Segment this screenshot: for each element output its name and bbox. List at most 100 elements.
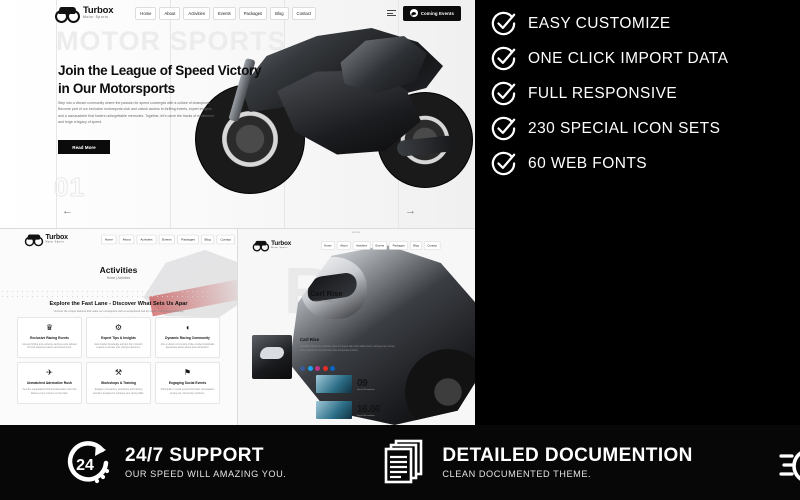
card-title: Unmatched Adrenaline Rush bbox=[27, 381, 72, 386]
support-item: DETAILED DOCUMENTION CLEAN DOCUMENTED TH… bbox=[379, 437, 692, 489]
hero-paragraph: Step into a vibrant community where the … bbox=[58, 101, 215, 125]
nav-item-blog[interactable]: Blog bbox=[201, 234, 215, 244]
check-circle-icon bbox=[491, 116, 516, 141]
nav-item-contact[interactable]: Contact bbox=[291, 6, 316, 20]
card-desc: Participate in social events that foster… bbox=[160, 387, 215, 395]
card-title: Dynamic Racing Community bbox=[165, 336, 210, 340]
hamburger-icon[interactable] bbox=[386, 10, 396, 16]
motorcycle-logo-icon bbox=[24, 234, 44, 247]
check-circle-icon bbox=[491, 11, 516, 36]
promo-banner: Turbox Motor Sports Home About Activitie… bbox=[0, 0, 800, 500]
support-title: 24/7 SUPPORT bbox=[125, 445, 264, 467]
hero-heading: Join the League of Speed Victory in Our … bbox=[58, 63, 262, 96]
site-logo[interactable]: Turbox Motor Sports bbox=[24, 234, 68, 247]
nav-item-activities[interactable]: Activities bbox=[353, 240, 371, 250]
event-thumbnail bbox=[316, 401, 352, 419]
nav-item-home[interactable]: Home bbox=[135, 6, 157, 20]
brand-tagline: Motor Sports bbox=[271, 246, 288, 250]
nav-item-events[interactable]: Events bbox=[372, 240, 388, 250]
support-item: FAST SUPPORT WE ARE WORKING NIGHT DAY. bbox=[778, 437, 800, 489]
instagram-icon[interactable] bbox=[315, 366, 320, 371]
event-item[interactable]: 16.06 Speed Showdown bbox=[316, 401, 380, 419]
nav-item-blog[interactable]: Blog bbox=[270, 6, 289, 20]
arrow-left-icon[interactable]: ← bbox=[62, 206, 73, 217]
motorcycle-logo-icon bbox=[54, 6, 80, 24]
feature-card[interactable]: ✈ Unmatched Adrenaline Rush Feel the unp… bbox=[17, 362, 82, 404]
card-title: Workshops & Training bbox=[101, 381, 136, 386]
feature-label: ONE CLICK IMPORT DATA bbox=[528, 49, 729, 67]
card-desc: Access thrilling and exclusive racing ev… bbox=[22, 342, 77, 350]
linkedin-icon[interactable] bbox=[330, 366, 335, 371]
coming-events-button[interactable]: Coming Events bbox=[402, 5, 461, 21]
check-circle-icon bbox=[491, 81, 516, 106]
activities-navbar: Turbox Motor Sports Home About Activitie… bbox=[0, 229, 237, 249]
rider-navbar: Turbox Motor Sports Home About Activitie… bbox=[238, 236, 475, 254]
check-circle-icon bbox=[491, 46, 516, 71]
social-links bbox=[300, 366, 335, 371]
nav-item-events[interactable]: Events bbox=[158, 234, 176, 244]
slide-number: 01 bbox=[54, 172, 85, 203]
feature-label: 230 SPECIAL ICON SETS bbox=[528, 119, 721, 137]
nav-item-events[interactable]: Events bbox=[212, 6, 236, 20]
arrow-right-icon[interactable]: → bbox=[405, 206, 416, 217]
svg-text:24: 24 bbox=[76, 457, 94, 474]
nav-item-home[interactable]: Home bbox=[321, 240, 336, 250]
nav-item-about[interactable]: About bbox=[159, 6, 181, 20]
feature-list: EASY CUSTOMIZE ONE CLICK IMPORT DATA FUL… bbox=[491, 6, 728, 181]
card-desc: Feel the unparalleled thrill and adrenal… bbox=[22, 387, 77, 395]
read-more-button[interactable]: Read More bbox=[58, 140, 110, 154]
motorcycle-icon: ✈ bbox=[46, 368, 53, 378]
feature-item: 230 SPECIAL ICON SETS bbox=[491, 111, 728, 146]
feature-card[interactable]: ⚑ Engaging Social Events Participate in … bbox=[155, 362, 220, 404]
nav-item-contact[interactable]: Contact bbox=[216, 234, 236, 244]
feature-item: 60 WEB FONTS bbox=[491, 146, 728, 181]
nav-item-activities[interactable]: Activities bbox=[183, 6, 210, 20]
feature-card-grid: ♛ Exclusive Racing Events Access thrilli… bbox=[17, 317, 220, 404]
feature-column: EASY CUSTOMIZE ONE CLICK IMPORT DATA FUL… bbox=[475, 0, 800, 425]
event-item[interactable]: 09 Speed Showdown bbox=[316, 375, 375, 393]
feature-card[interactable]: ♛ Exclusive Racing Events Access thrilli… bbox=[17, 317, 82, 359]
documents-icon bbox=[379, 437, 431, 489]
support-bar: 24 24/7 SUPPORT OUR SPEED WILL AMAZING Y… bbox=[0, 425, 800, 500]
nav-item-about[interactable]: About bbox=[119, 234, 135, 244]
nav-item-packages[interactable]: Packages bbox=[177, 234, 199, 244]
nav-item-activities[interactable]: Activities bbox=[136, 234, 157, 244]
event-meta: Speed Showdown bbox=[357, 414, 375, 417]
card-title: Exclusive Racing Events bbox=[30, 336, 69, 340]
facebook-icon[interactable] bbox=[300, 366, 305, 371]
event-number: 16.06 bbox=[357, 403, 381, 415]
feature-label: FULL RESPONSIVE bbox=[528, 84, 678, 102]
nav-item-packages[interactable]: Packages bbox=[238, 6, 268, 20]
support-item: 24 24/7 SUPPORT OUR SPEED WILL AMAZING Y… bbox=[62, 437, 286, 489]
feature-item: FULL RESPONSIVE bbox=[491, 76, 728, 111]
site-logo[interactable]: Turbox Motor Sports bbox=[252, 241, 291, 252]
rider-name: Carl Rise bbox=[300, 337, 320, 342]
coming-events-label: Coming Events bbox=[420, 10, 454, 16]
nav-item-home[interactable]: Home bbox=[101, 234, 117, 244]
youtube-icon[interactable] bbox=[322, 366, 328, 371]
page-title: Activities bbox=[99, 265, 138, 275]
brand-tagline: Motor Sports bbox=[83, 15, 109, 20]
feature-item: EASY CUSTOMIZE bbox=[491, 6, 728, 41]
twitter-icon[interactable] bbox=[307, 366, 313, 371]
page-title: Carl Rise bbox=[310, 289, 343, 298]
site-logo[interactable]: Turbox Motor Sports bbox=[54, 6, 113, 24]
stopwatch-icon bbox=[778, 437, 800, 489]
feature-card[interactable]: ⚒ Workshops & Training Engage in interac… bbox=[86, 362, 151, 404]
hero-preview-panel: Turbox Motor Sports Home About Activitie… bbox=[0, 0, 475, 228]
site-navbar: Turbox Motor Sports Home About Activitie… bbox=[0, 0, 475, 26]
community-icon: ◖ bbox=[185, 323, 190, 332]
support-subtitle: CLEAN DOCUMENTED THEME. bbox=[442, 468, 592, 479]
feature-card[interactable]: ◖ Dynamic Racing Community Join a vibran… bbox=[155, 317, 220, 359]
nav-item-packages[interactable]: Packages bbox=[389, 240, 409, 250]
rider-avatar bbox=[252, 335, 292, 379]
nav-item-blog[interactable]: Blog bbox=[410, 240, 423, 250]
card-title: Engaging Social Events bbox=[168, 381, 207, 386]
nav-item-about[interactable]: About bbox=[337, 240, 352, 250]
feature-card[interactable]: ⚙ Expert Tips & Insights Gain insider kn… bbox=[86, 317, 151, 359]
hero-watermark: MOTOR SPORTS bbox=[56, 26, 287, 56]
nav-item-contact[interactable]: Contact bbox=[424, 240, 441, 250]
event-thumbnail bbox=[316, 375, 352, 393]
card-title: Expert Tips & Insights bbox=[101, 336, 136, 340]
card-desc: Gain insider knowledge and tips from ind… bbox=[94, 342, 143, 350]
